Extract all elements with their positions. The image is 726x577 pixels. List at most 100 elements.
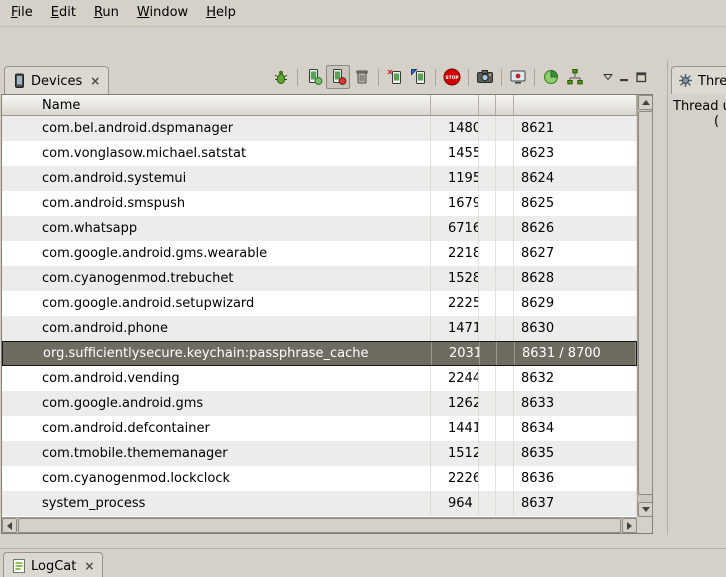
empty-cell [479,191,496,216]
menu-help[interactable]: Help [197,0,245,26]
threads-tabbar: Threads [668,60,726,94]
empty-cell [479,316,496,341]
device-table-rows: com.bel.android.dspmanager 1480 8621 com… [2,116,637,517]
table-row[interactable]: com.android.phone 1471 8630 [2,316,637,341]
scroll-left-button[interactable] [2,518,17,533]
menu-window[interactable]: Window [128,0,197,26]
vertical-scrollbar [637,95,652,517]
column-header-name[interactable]: Name [2,95,431,115]
stop-process-icon[interactable]: STOP [440,65,464,89]
minimize-icon[interactable] [616,69,633,86]
process-name: com.whatsapp [2,216,431,241]
table-row[interactable]: com.cyanogenmod.lockclock 22265 8636 [2,466,637,491]
logcat-icon [12,558,26,574]
process-pid: 1512 [431,441,479,466]
table-row[interactable]: com.android.defcontainer 14411 8634 [2,416,637,441]
table-row[interactable]: com.bel.android.dspmanager 1480 8621 [2,116,637,141]
column-header-pid[interactable] [431,95,479,115]
threads-message-line2: ( [668,114,726,129]
threads-content: Thread up ( [668,94,726,129]
scroll-down-button[interactable] [638,502,653,517]
scroll-right-button[interactable] [622,518,637,533]
table-row[interactable]: com.tmobile.thememanager 1512 8635 [2,441,637,466]
table-row[interactable]: org.sufficientlysecure.keychain:passphra… [2,341,637,366]
view-menu-icon[interactable] [599,69,616,86]
empty-cell [496,166,514,191]
table-row[interactable]: system_process 964 8637 [2,491,637,516]
process-pid: 6716 [431,216,479,241]
process-pid: 14411 [431,416,479,441]
cause-gc-icon[interactable] [350,65,374,89]
process-port: 8623 [514,141,637,166]
process-pid: 20311 [432,342,480,365]
process-pid: 14553 [431,141,479,166]
table-row[interactable]: com.android.smspush 1679 8625 [2,191,637,216]
tab-threads[interactable]: Threads [671,66,726,94]
maximize-icon[interactable] [633,69,650,86]
process-port: 8631 / 8700 [515,342,636,365]
dump-hprof-icon[interactable] [326,65,350,89]
close-icon[interactable]: × [84,559,94,573]
menu-file[interactable]: File [2,0,42,26]
menu-help-label: elp [216,5,236,20]
empty-cell [496,116,514,141]
process-port: 8621 [514,116,637,141]
tab-logcat[interactable]: LogCat × [3,552,103,577]
debug-icon[interactable] [269,65,293,89]
table-row[interactable]: com.whatsapp 6716 8626 [2,216,637,241]
table-row[interactable]: com.google.android.gms 12623 8633 [2,391,637,416]
menu-run[interactable]: Run [85,0,128,26]
process-port: 8635 [514,441,637,466]
screen-capture-icon[interactable] [473,65,497,89]
process-name: com.google.android.setupwizard [2,291,431,316]
empty-cell [479,366,496,391]
update-threads-icon[interactable] [383,65,407,89]
horizontal-scrollbar-thumb[interactable] [18,518,621,533]
scroll-up-button[interactable] [638,95,653,110]
main-area: Devices × [0,60,726,535]
arrow-down-icon [642,507,650,512]
column-header-port[interactable] [514,95,637,115]
start-method-profiling-icon[interactable] [407,65,431,89]
process-pid: 22185 [431,241,479,266]
column-header-blank2[interactable] [496,95,514,115]
process-name: com.cyanogenmod.trebuchet [2,266,431,291]
devices-toolbar: STOP [269,65,650,89]
hierarchy-view-icon[interactable] [563,65,587,89]
process-name: com.vonglasow.michael.satstat [2,141,431,166]
menu-run-label: un [102,5,118,20]
empty-cell [496,466,514,491]
process-port: 8628 [514,266,637,291]
process-name: com.google.android.gms.wearable [2,241,431,266]
table-row[interactable]: com.android.vending 22440 8632 [2,366,637,391]
column-header-blank1[interactable] [479,95,496,115]
screen-record-icon[interactable] [506,65,530,89]
close-icon[interactable]: × [90,74,100,88]
menubar: File Edit Run Window Help [0,0,726,27]
svg-text:STOP: STOP [445,75,459,81]
capture-sysinfo-icon[interactable] [539,65,563,89]
process-pid: 964 [431,491,479,516]
menu-window-label: indow [149,5,188,20]
table-row[interactable]: com.cyanogenmod.trebuchet 1528 8628 [2,266,637,291]
vertical-scrollbar-thumb[interactable] [638,111,653,495]
process-pid: 12623 [431,391,479,416]
table-row[interactable]: com.android.systemui 1195 8624 [2,166,637,191]
table-row[interactable]: com.google.android.gms.wearable 22185 86… [2,241,637,266]
process-name: com.android.vending [2,366,431,391]
empty-cell [479,391,496,416]
threads-icon [678,73,693,88]
table-row[interactable]: com.google.android.setupwizard 22250 862… [2,291,637,316]
empty-cell [497,342,515,365]
toolbar-separator [297,69,298,86]
empty-cell [496,216,514,241]
logcat-tabbar: LogCat × [0,549,726,577]
empty-cell [479,466,496,491]
update-heap-icon[interactable] [302,65,326,89]
menu-edit[interactable]: Edit [42,0,85,26]
process-port: 8637 [514,491,637,516]
process-name: system_process [2,491,431,516]
table-row[interactable]: com.vonglasow.michael.satstat 14553 8623 [2,141,637,166]
tab-devices[interactable]: Devices × [4,66,109,94]
toolbar-separator [378,69,379,86]
